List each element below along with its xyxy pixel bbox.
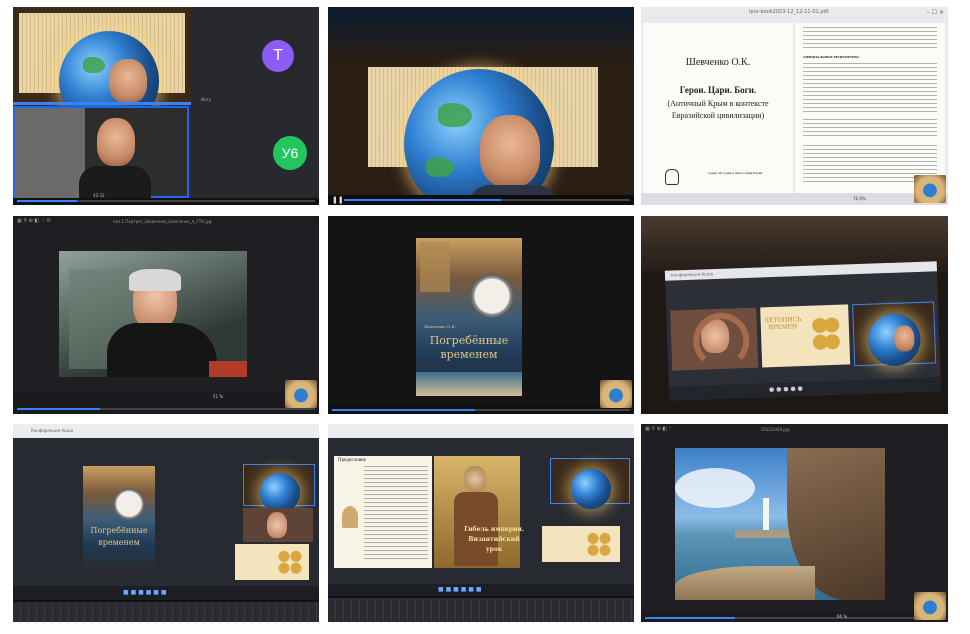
zoom-level[interactable]: 51 %	[213, 394, 223, 399]
cover-title-1: Погребённые	[90, 526, 148, 535]
photo-filename: поз.1.Портрет_Шевченко_Шевченко_п_ГТК.jp…	[113, 219, 212, 224]
play-icon[interactable]: ❚❚	[332, 196, 344, 204]
lighthouse-photo	[675, 448, 885, 600]
coins-icon	[810, 312, 842, 354]
zoom-level[interactable]: 76,9%	[853, 196, 866, 201]
fresco-title-2: Византийский	[468, 536, 520, 543]
self-view-thumbnail[interactable]	[914, 175, 946, 203]
coins-icon	[275, 548, 305, 576]
video-participant-bald[interactable]	[13, 106, 189, 200]
viewer-toolbar: ▦ ⚲ ⊕ ◧ ♡ DSC03449.jpg	[641, 424, 948, 436]
tab-label[interactable]: Конференция Ашод	[31, 428, 73, 433]
cover-title-2: временем	[98, 538, 140, 547]
pdf-toolbar: ipro-book2023-12_12-11-01.pdf – ☐ ✕	[641, 7, 948, 23]
laptop-screen: Конференция Ашод Погребённые временем ■ …	[13, 424, 319, 600]
cover-title-2: временем	[440, 348, 498, 361]
speaker-face	[480, 115, 540, 187]
cover-title-1: Погребённые	[429, 334, 509, 347]
lighthouse-icon	[763, 498, 769, 532]
pdf-book-subtitle-2: Евразийской цивилизации)	[671, 111, 765, 120]
pdf-author: Шевченко О.К.	[685, 57, 751, 68]
toolbar-icons[interactable]: ▦ ⚲ ⊕ ◧ ♡ ⟳	[17, 218, 51, 224]
reviewers-heading: ОФИЦИАЛЬНЫЕ РЕЦЕНЗЕНТЫ	[803, 55, 859, 59]
participant-tile-u6[interactable]: У6	[191, 106, 319, 198]
ornament-icon	[342, 506, 358, 528]
tile-pdf-document: ipro-book2023-12_12-11-01.pdf – ☐ ✕ Шевч…	[641, 7, 948, 205]
tile-book-cover: Шевченко О.К. Погребённые временем	[328, 216, 634, 414]
photo-filename: DSC03449.jpg	[761, 427, 790, 432]
poster-slide: ЛЕТОПИСЬ ВРЕМЕН	[760, 304, 851, 368]
poster-slide	[235, 544, 309, 580]
preface-page: Предисловие	[334, 456, 432, 568]
video-speaker-globe[interactable]	[852, 301, 937, 367]
meeting-controls[interactable]: ● ● ● ● ●	[769, 385, 803, 393]
pdf-filename: ipro-book2023-12_12-11-01.pdf	[749, 9, 829, 15]
video-speaker-globe[interactable]	[243, 464, 315, 513]
laptop-screen: Предисловие Гибель империи. Византийский…	[328, 424, 634, 596]
video-speaker-globe[interactable]	[13, 7, 191, 131]
taskbar-icons[interactable]: ■ ■ ■ ■ ■ ■	[123, 589, 167, 596]
video-woman[interactable]	[243, 508, 313, 542]
book-cover: Шевченко О.К. Погребённые временем	[416, 238, 522, 396]
self-view-thumbnail[interactable]	[600, 380, 632, 408]
avatar-t: T	[262, 40, 294, 72]
fresco-title-1: Гибель империи.	[464, 526, 524, 533]
avatar-u6: У6	[273, 136, 307, 170]
poster-text: ЛЕТОПИСЬ ВРЕМЕН	[763, 316, 802, 332]
window-controls[interactable]: – ☐ ✕	[927, 9, 944, 16]
tile-laptop-book-cover: Конференция Ашод Погребённые временем ■ …	[13, 424, 319, 622]
pdf-page-left: Шевченко О.К. Герои. Цари. Боги. (Античн…	[643, 23, 793, 193]
poster-slide	[542, 526, 620, 562]
clock-image	[470, 274, 514, 318]
coins-icon	[584, 530, 614, 558]
video-woman[interactable]	[670, 307, 759, 371]
tile-screen-photo-three: Конференция Ашод ЛЕТОПИСЬ ВРЕМЕН ● ● ● ●…	[641, 216, 948, 414]
tile-zoom-gallery: T Ингу 42:31 У6	[13, 7, 319, 205]
participant-face	[97, 118, 135, 166]
pdf-book-title: Герои. Цари. Боги.	[679, 85, 757, 95]
portrait-photo	[59, 251, 247, 377]
self-view-thumbnail[interactable]	[285, 380, 317, 408]
pdf-book-subtitle-1: (Античный Крым в контексте	[667, 99, 769, 108]
taskbar-icons[interactable]: ■ ■ ■ ■ ■ ■	[438, 586, 482, 593]
monitor-screen: Конференция Ашод ЛЕТОПИСЬ ВРЕМЕН ● ● ● ●…	[664, 261, 942, 401]
video-speaker-globe[interactable]	[550, 458, 630, 509]
self-view-thumbnail[interactable]	[914, 592, 946, 620]
toolbar-icons[interactable]: ▦ ⚲ ⊕ ◧ ♡	[645, 426, 673, 432]
fresco-title-block: Гибель империи. Византийский урок	[458, 524, 530, 564]
tile-caption: Ингу	[201, 97, 212, 102]
preface-heading: Предисловие	[338, 458, 366, 463]
viewer-toolbar: ▦ ⚲ ⊕ ◧ ♡ ⟳ поз.1.Портрет_Шевченко_Шевче…	[13, 216, 319, 228]
tile-photo-viewer-portrait: ▦ ⚲ ⊕ ◧ ♡ ⟳ поз.1.Портрет_Шевченко_Шевче…	[13, 216, 319, 414]
pdf-series: Серия: История и Философия Науки	[707, 171, 763, 175]
tile-photo-viewer-lighthouse: ▦ ⚲ ⊕ ◧ ♡ DSC03449.jpg 66 %	[641, 424, 948, 622]
cover-author: Шевченко О.К.	[424, 324, 456, 329]
tile-speaker-globe: ❚❚	[328, 7, 634, 205]
pdf-page-right: ОФИЦИАЛЬНЫЕ РЕЦЕНЗЕНТЫ	[795, 23, 945, 193]
book-cover: Погребённые временем	[83, 466, 155, 572]
participant-tile-t[interactable]: T	[191, 7, 319, 105]
series-emblem-icon	[665, 169, 679, 185]
pdf-bottom-bar: 76,9%	[641, 193, 948, 205]
zoom-level[interactable]: 66 %	[837, 614, 847, 619]
tile-laptop-preface: Предисловие Гибель империи. Византийский…	[328, 424, 634, 622]
tab-label[interactable]: Конференция Ашод	[671, 271, 713, 277]
fresco-title-3: урок	[485, 546, 503, 553]
speaker-face	[109, 59, 147, 103]
